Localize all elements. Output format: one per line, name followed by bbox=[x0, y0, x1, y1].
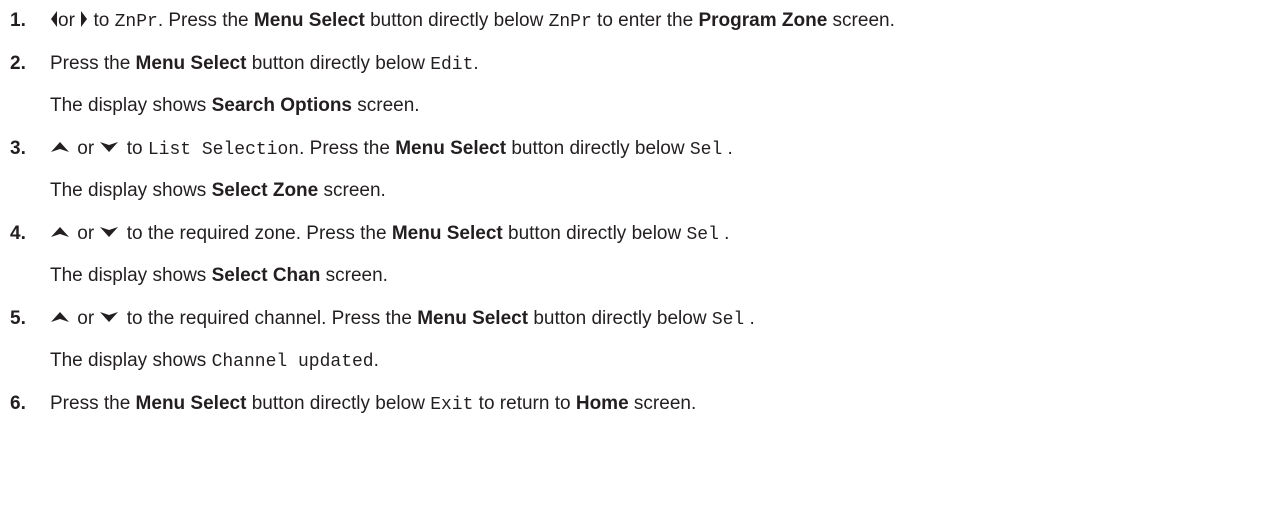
up-arrow-icon bbox=[50, 311, 70, 323]
ui-term: Menu Select bbox=[391, 223, 503, 244]
step-number: 3. bbox=[10, 138, 26, 159]
body-text: to bbox=[88, 10, 115, 31]
down-arrow-icon bbox=[99, 311, 119, 323]
ui-term: Home bbox=[575, 393, 629, 414]
body-text: . bbox=[373, 350, 379, 371]
body-text: screen. bbox=[320, 265, 388, 286]
step-text: The display shows Channel updated. bbox=[50, 346, 379, 377]
display-text: Channel updated bbox=[211, 352, 374, 372]
step-text: The display shows Select Zone screen. bbox=[50, 176, 386, 206]
body-text: The display shows bbox=[50, 265, 212, 286]
body-text: button directly below bbox=[246, 393, 431, 414]
body-text: The display shows bbox=[50, 180, 212, 201]
ui-term: Menu Select bbox=[395, 138, 507, 159]
body-text: . bbox=[744, 308, 755, 329]
display-text: Sel bbox=[711, 310, 745, 330]
ui-term: Menu Select bbox=[417, 308, 529, 329]
procedure-step-list: 1. or to ZnPr. Press the Menu Select butt… bbox=[0, 0, 1265, 514]
body-text: button directly below bbox=[528, 308, 712, 329]
ui-term: Menu Select bbox=[135, 53, 247, 74]
step-number: 2. bbox=[10, 53, 26, 74]
body-text: to the required channel. Press the bbox=[121, 308, 418, 329]
display-text: Exit bbox=[430, 395, 474, 415]
up-arrow-icon bbox=[50, 141, 70, 153]
body-text: . bbox=[473, 53, 479, 74]
step-text: or to ZnPr. Press the Menu Select button… bbox=[50, 6, 895, 37]
right-arrow-icon bbox=[80, 10, 88, 28]
body-text: The display shows bbox=[50, 350, 212, 371]
down-arrow-icon bbox=[99, 226, 119, 238]
body-text: The display shows bbox=[50, 95, 212, 116]
body-text: to enter the bbox=[591, 10, 699, 31]
step-number: 5. bbox=[10, 308, 26, 329]
down-arrow-icon bbox=[99, 141, 119, 153]
display-text: Sel bbox=[686, 225, 719, 245]
body-text: to the required zone. Press the bbox=[121, 223, 392, 244]
display-text: Sel bbox=[689, 140, 723, 160]
display-text: Edit bbox=[430, 55, 474, 75]
body-text: . bbox=[718, 223, 730, 244]
body-text: . bbox=[722, 138, 733, 159]
body-text: Press the bbox=[50, 393, 136, 414]
body-text: or bbox=[72, 223, 100, 244]
ui-term: Menu Select bbox=[253, 10, 365, 31]
display-text: List Selection bbox=[147, 140, 300, 160]
body-text: screen. bbox=[827, 10, 895, 31]
step-text: Press the Menu Select button directly be… bbox=[50, 389, 696, 420]
left-arrow-icon bbox=[50, 10, 58, 28]
body-text: to bbox=[121, 138, 148, 159]
ui-term: Select Zone bbox=[211, 180, 319, 201]
body-text: screen. bbox=[628, 393, 697, 414]
step-text: or to the required channel. Press the Me… bbox=[50, 304, 755, 335]
body-text: button directly below bbox=[246, 53, 431, 74]
body-text: or bbox=[72, 138, 100, 159]
step-text: or to the required zone. Press the Menu … bbox=[50, 219, 729, 250]
body-text: Press the bbox=[50, 53, 136, 74]
display-text: ZnPr bbox=[548, 12, 592, 32]
step-number: 1. bbox=[10, 10, 26, 31]
body-text: screen. bbox=[352, 95, 420, 116]
ui-term: Program Zone bbox=[698, 10, 828, 31]
body-text: . Press the bbox=[299, 138, 396, 159]
step-number: 4. bbox=[10, 223, 26, 244]
step-text: or to List Selection. Press the Menu Sel… bbox=[50, 134, 733, 165]
body-text: button directly below bbox=[502, 223, 687, 244]
body-text: or bbox=[72, 308, 100, 329]
body-text: screen. bbox=[318, 180, 386, 201]
display-text: ZnPr bbox=[114, 12, 158, 32]
body-text: button directly below bbox=[364, 10, 549, 31]
ui-term: Menu Select bbox=[135, 393, 247, 414]
step-text: The display shows Select Chan screen. bbox=[50, 261, 388, 291]
ui-term: Select Chan bbox=[211, 265, 321, 286]
step-number: 6. bbox=[10, 393, 26, 414]
body-text: or bbox=[58, 10, 81, 31]
up-arrow-icon bbox=[50, 226, 70, 238]
step-text: The display shows Search Options screen. bbox=[50, 91, 420, 121]
body-text: to return to bbox=[473, 393, 576, 414]
ui-term: Search Options bbox=[211, 95, 352, 116]
step-text: Press the Menu Select button directly be… bbox=[50, 49, 479, 80]
body-text: button directly below bbox=[506, 138, 690, 159]
body-text: . Press the bbox=[157, 10, 254, 31]
